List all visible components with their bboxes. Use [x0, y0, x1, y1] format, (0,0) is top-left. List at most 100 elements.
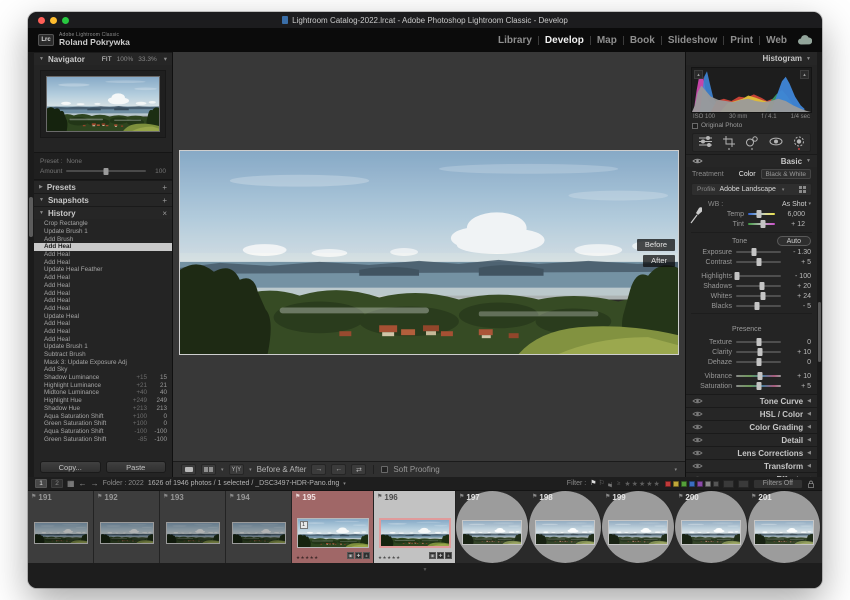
module-book[interactable]: Book — [630, 35, 655, 46]
develop-canvas[interactable]: Before After — [173, 52, 685, 461]
collapse-triangle-icon[interactable]: ◀ — [807, 463, 811, 469]
slider-track[interactable] — [736, 385, 781, 387]
filmstrip-status[interactable]: 1626 of 1946 photos / 1 selected / _DSC3… — [148, 480, 339, 487]
history-step[interactable]: Add Heal — [34, 282, 172, 290]
collapse-triangle-icon[interactable]: ◀ — [807, 437, 811, 443]
unflagged-icon[interactable]: ⚐ — [599, 480, 605, 487]
slider-track[interactable] — [736, 275, 781, 277]
treatment-bw-option[interactable]: Black & White — [761, 169, 811, 179]
slider-texture[interactable]: Texture0 — [686, 337, 817, 347]
slider-exposure[interactable]: Exposure- 1.30 — [686, 247, 817, 257]
profile-browser-grid-icon[interactable] — [799, 186, 806, 193]
history-header[interactable]: ▼ History × — [34, 206, 172, 219]
module-develop[interactable]: Develop — [545, 35, 584, 46]
history-step[interactable]: Add Brush — [34, 235, 172, 243]
slider-thumb[interactable] — [758, 372, 763, 380]
shadow-clipping-indicator[interactable]: ▴ — [694, 70, 703, 79]
thumb-flag-icon[interactable]: ⚑ — [295, 494, 300, 500]
thumb-image[interactable] — [34, 522, 88, 544]
history-step[interactable]: Green Saturation Shift+1000 — [34, 420, 172, 428]
status-caret-icon[interactable]: ▾ — [343, 481, 346, 487]
healing-tool[interactable] — [745, 136, 758, 150]
thumb-flag-icon[interactable]: ⚑ — [459, 494, 464, 500]
profile-caret-icon[interactable]: ▾ — [782, 187, 785, 193]
stack-badge[interactable]: 1 — [300, 521, 308, 529]
copy-button[interactable]: Copy... — [40, 461, 101, 473]
history-step[interactable]: Highlight Hue+249249 — [34, 397, 172, 405]
slider-track[interactable] — [736, 341, 781, 343]
collapse-triangle-icon[interactable]: ▼ — [39, 197, 44, 203]
thumb-flag-icon[interactable]: ⚑ — [229, 494, 234, 500]
thumb-image[interactable]: 1 — [297, 518, 369, 548]
amount-slider[interactable] — [66, 170, 146, 172]
right-panel-scrollbar[interactable] — [817, 52, 822, 477]
color-label-filter[interactable] — [689, 481, 695, 487]
slider-temp[interactable]: Temp6,000 — [708, 209, 811, 219]
slider-track[interactable] — [748, 213, 775, 215]
slider-thumb[interactable] — [760, 282, 765, 290]
slider-dehaze[interactable]: Dehaze0 — [686, 357, 817, 367]
thumb-flag-icon[interactable]: ⚑ — [31, 494, 36, 500]
badge-brush-icon[interactable]: ✚ — [437, 552, 444, 559]
history-step[interactable]: Midtone Luminance+4040 — [34, 389, 172, 397]
history-step[interactable]: Add Heal — [34, 305, 172, 313]
slider-track[interactable] — [736, 295, 781, 297]
section-hsl-color[interactable]: HSL / Color◀ — [686, 407, 817, 420]
thumb-image[interactable] — [535, 520, 595, 545]
previous-photo-arrow-icon[interactable]: ← — [79, 480, 87, 488]
filmstrip-cell-193[interactable]: ⚑193 — [160, 491, 226, 563]
thumb-image[interactable] — [100, 522, 154, 544]
filmstrip-cell-192[interactable]: ⚑192 — [94, 491, 160, 563]
loupe-view-button[interactable] — [181, 464, 196, 475]
filmstrip-cell-200[interactable]: ⚑200 — [675, 491, 748, 563]
slider-tint[interactable]: Tint+ 12 — [708, 219, 811, 229]
copy-before-to-after-button[interactable]: → — [311, 464, 326, 475]
history-step[interactable]: Crop Rectangle — [34, 220, 172, 228]
slider-thumb[interactable] — [760, 220, 765, 228]
history-step[interactable]: Add Heal — [34, 328, 172, 336]
zoom-dropdown-caret-icon[interactable]: ▾ — [164, 55, 167, 63]
panel-eye-icon[interactable] — [692, 449, 703, 457]
history-step[interactable]: Add Heal — [34, 320, 172, 328]
presets-header[interactable]: ▶ Presets + — [34, 180, 172, 193]
collapse-triangle-icon[interactable]: ▼ — [39, 56, 44, 62]
badge-adjust-icon[interactable]: ± — [363, 552, 370, 559]
panel-eye-icon[interactable] — [692, 397, 703, 405]
slider-thumb[interactable] — [756, 338, 761, 346]
thumb-size-button[interactable] — [723, 480, 734, 488]
history-step[interactable]: Add Heal — [34, 274, 172, 282]
filters-off-dropdown[interactable]: Filters Off — [753, 479, 803, 489]
thumb-star-rating[interactable]: ★★★★★ — [296, 555, 319, 561]
slider-track[interactable] — [736, 375, 781, 377]
star-rating-filter[interactable]: ★★★★★ — [624, 480, 660, 488]
history-step[interactable]: Update Brush 1 — [34, 228, 172, 236]
history-step[interactable]: Add Heal — [34, 335, 172, 343]
navigator-preview[interactable] — [40, 70, 166, 138]
paste-button[interactable]: Paste — [106, 461, 167, 473]
history-step[interactable]: Add Heal — [34, 251, 172, 259]
color-label-filter[interactable] — [681, 481, 687, 487]
thumb-image[interactable] — [681, 520, 741, 545]
profile-row[interactable]: Profile Adobe Landscape ▾ — [691, 183, 812, 196]
history-step[interactable]: Update Heal — [34, 312, 172, 320]
copy-after-to-before-button[interactable]: ← — [331, 464, 346, 475]
snapshots-header[interactable]: ▼ Snapshots + — [34, 193, 172, 206]
slider-clarity[interactable]: Clarity+ 10 — [686, 347, 817, 357]
slider-track[interactable] — [736, 251, 781, 253]
module-map[interactable]: Map — [597, 35, 617, 46]
thumb-size-button-2[interactable] — [738, 480, 749, 488]
slider-thumb[interactable] — [755, 302, 760, 310]
slider-thumb[interactable] — [761, 292, 766, 300]
history-step[interactable]: Add Heal — [34, 258, 172, 266]
crop-tool[interactable] — [723, 136, 735, 150]
history-step[interactable]: Add Heal — [34, 297, 172, 305]
zoom-fit-option[interactable]: FIT — [102, 56, 112, 63]
main-window-button[interactable]: 1 — [35, 479, 47, 488]
badge-adjust-icon[interactable]: ± — [445, 552, 452, 559]
panel-eye-icon[interactable] — [692, 462, 703, 470]
wb-caret-icon[interactable]: ▾ — [808, 201, 811, 207]
thumb-star-rating[interactable]: ★★★★★ — [378, 555, 401, 561]
thumb-image[interactable] — [462, 520, 522, 545]
filmstrip-cell-195[interactable]: ⚑1951★★★★★▣✚± — [292, 491, 374, 563]
navigator-thumbnail[interactable] — [46, 76, 160, 132]
